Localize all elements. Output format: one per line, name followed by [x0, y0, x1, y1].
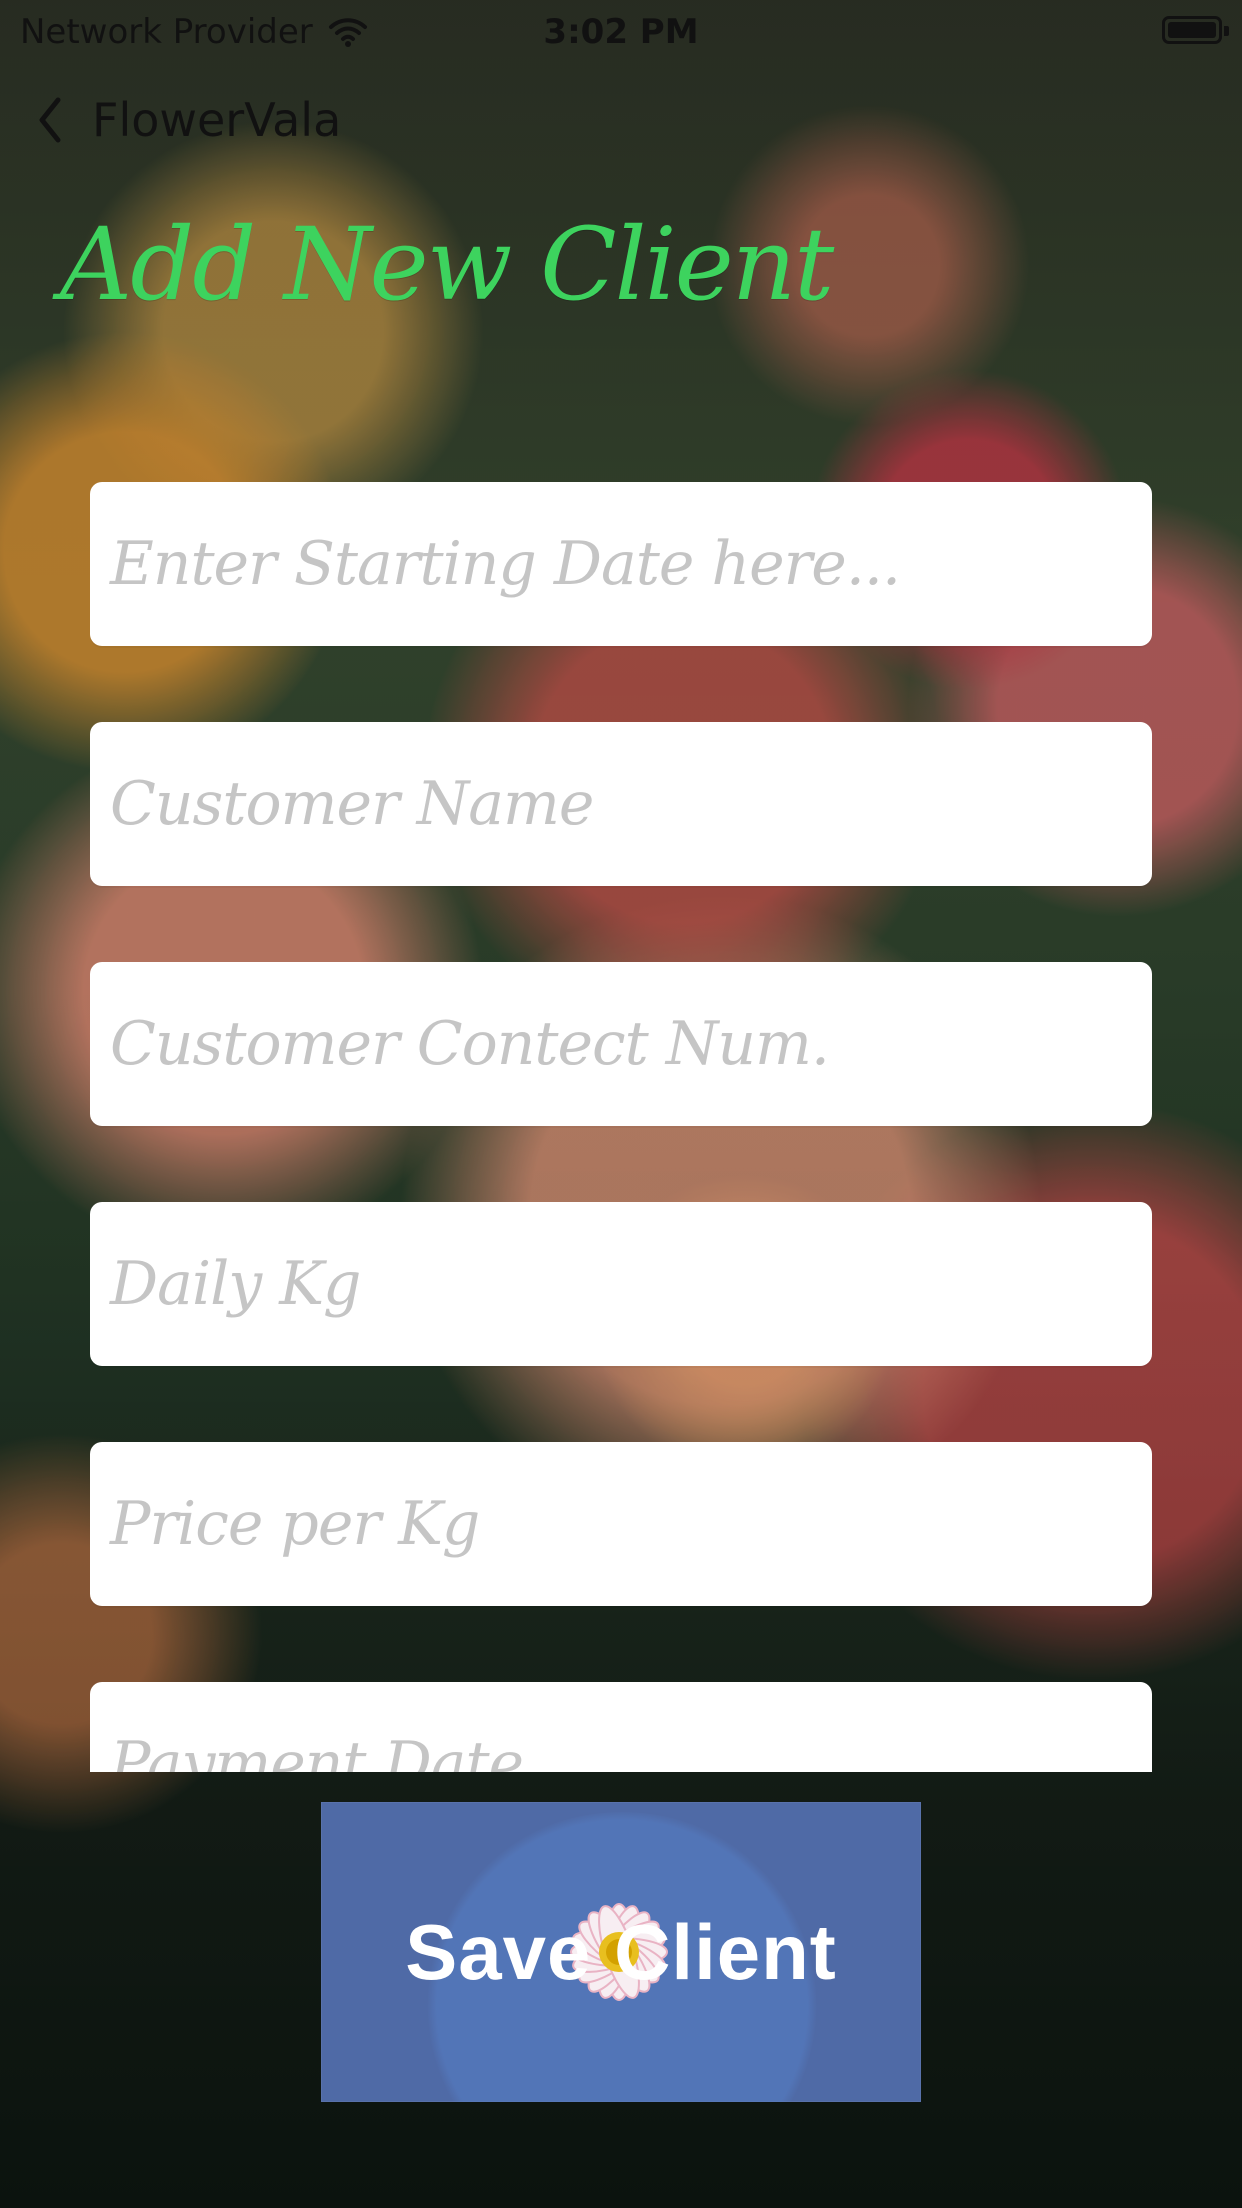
price-per-kg-field[interactable]: Price per Kg: [90, 1442, 1152, 1606]
chevron-left-icon[interactable]: [28, 90, 74, 150]
customer-contact-field[interactable]: Customer Contect Num.: [90, 962, 1152, 1126]
client-form: Enter Starting Date here... Customer Nam…: [90, 482, 1152, 1772]
daily-kg-field[interactable]: Daily Kg: [90, 1202, 1152, 1366]
save-client-label: Save Client: [405, 1907, 837, 1996]
battery-icon: [1162, 16, 1229, 44]
battery-fill: [1168, 22, 1216, 38]
status-time: 3:02 PM: [543, 12, 699, 52]
starting-date-field[interactable]: Enter Starting Date here...: [90, 482, 1152, 646]
navigation-bar: FlowerVala: [28, 90, 341, 150]
page-title: Add New Client: [60, 206, 834, 323]
payment-date-field[interactable]: Payment Date: [90, 1682, 1152, 1772]
save-client-button[interactable]: Save Client: [321, 1802, 921, 2102]
back-title[interactable]: FlowerVala: [92, 90, 341, 150]
customer-name-field[interactable]: Customer Name: [90, 722, 1152, 886]
status-bar: Network Provider 3:02 PM: [0, 0, 1242, 64]
